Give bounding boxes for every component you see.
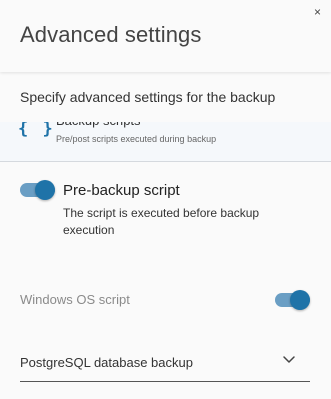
toggle-knob — [290, 290, 310, 310]
dialog-subtitle: Specify advanced settings for the backup — [20, 89, 276, 105]
pre-backup-toggle[interactable] — [20, 180, 55, 200]
toggle-knob — [35, 180, 55, 200]
close-icon[interactable]: × — [314, 6, 321, 18]
windows-script-label: Windows OS script — [20, 292, 130, 307]
pre-backup-description: The script is executed before backup exe… — [63, 206, 260, 237]
section-description: Pre/post scripts executed during backup — [56, 134, 217, 144]
windows-script-toggle[interactable] — [275, 290, 310, 310]
pre-backup-label: Pre-backup script — [63, 182, 180, 199]
chevron-down-icon — [283, 356, 295, 363]
dialog-title: Advanced settings — [20, 22, 202, 47]
curly-braces-icon: { } — [18, 119, 55, 139]
dialog-header: Advanced settings × — [0, 0, 331, 72]
select-value: PostgreSQL database backup — [20, 355, 193, 370]
database-backup-select[interactable]: PostgreSQL database backup — [20, 344, 310, 382]
